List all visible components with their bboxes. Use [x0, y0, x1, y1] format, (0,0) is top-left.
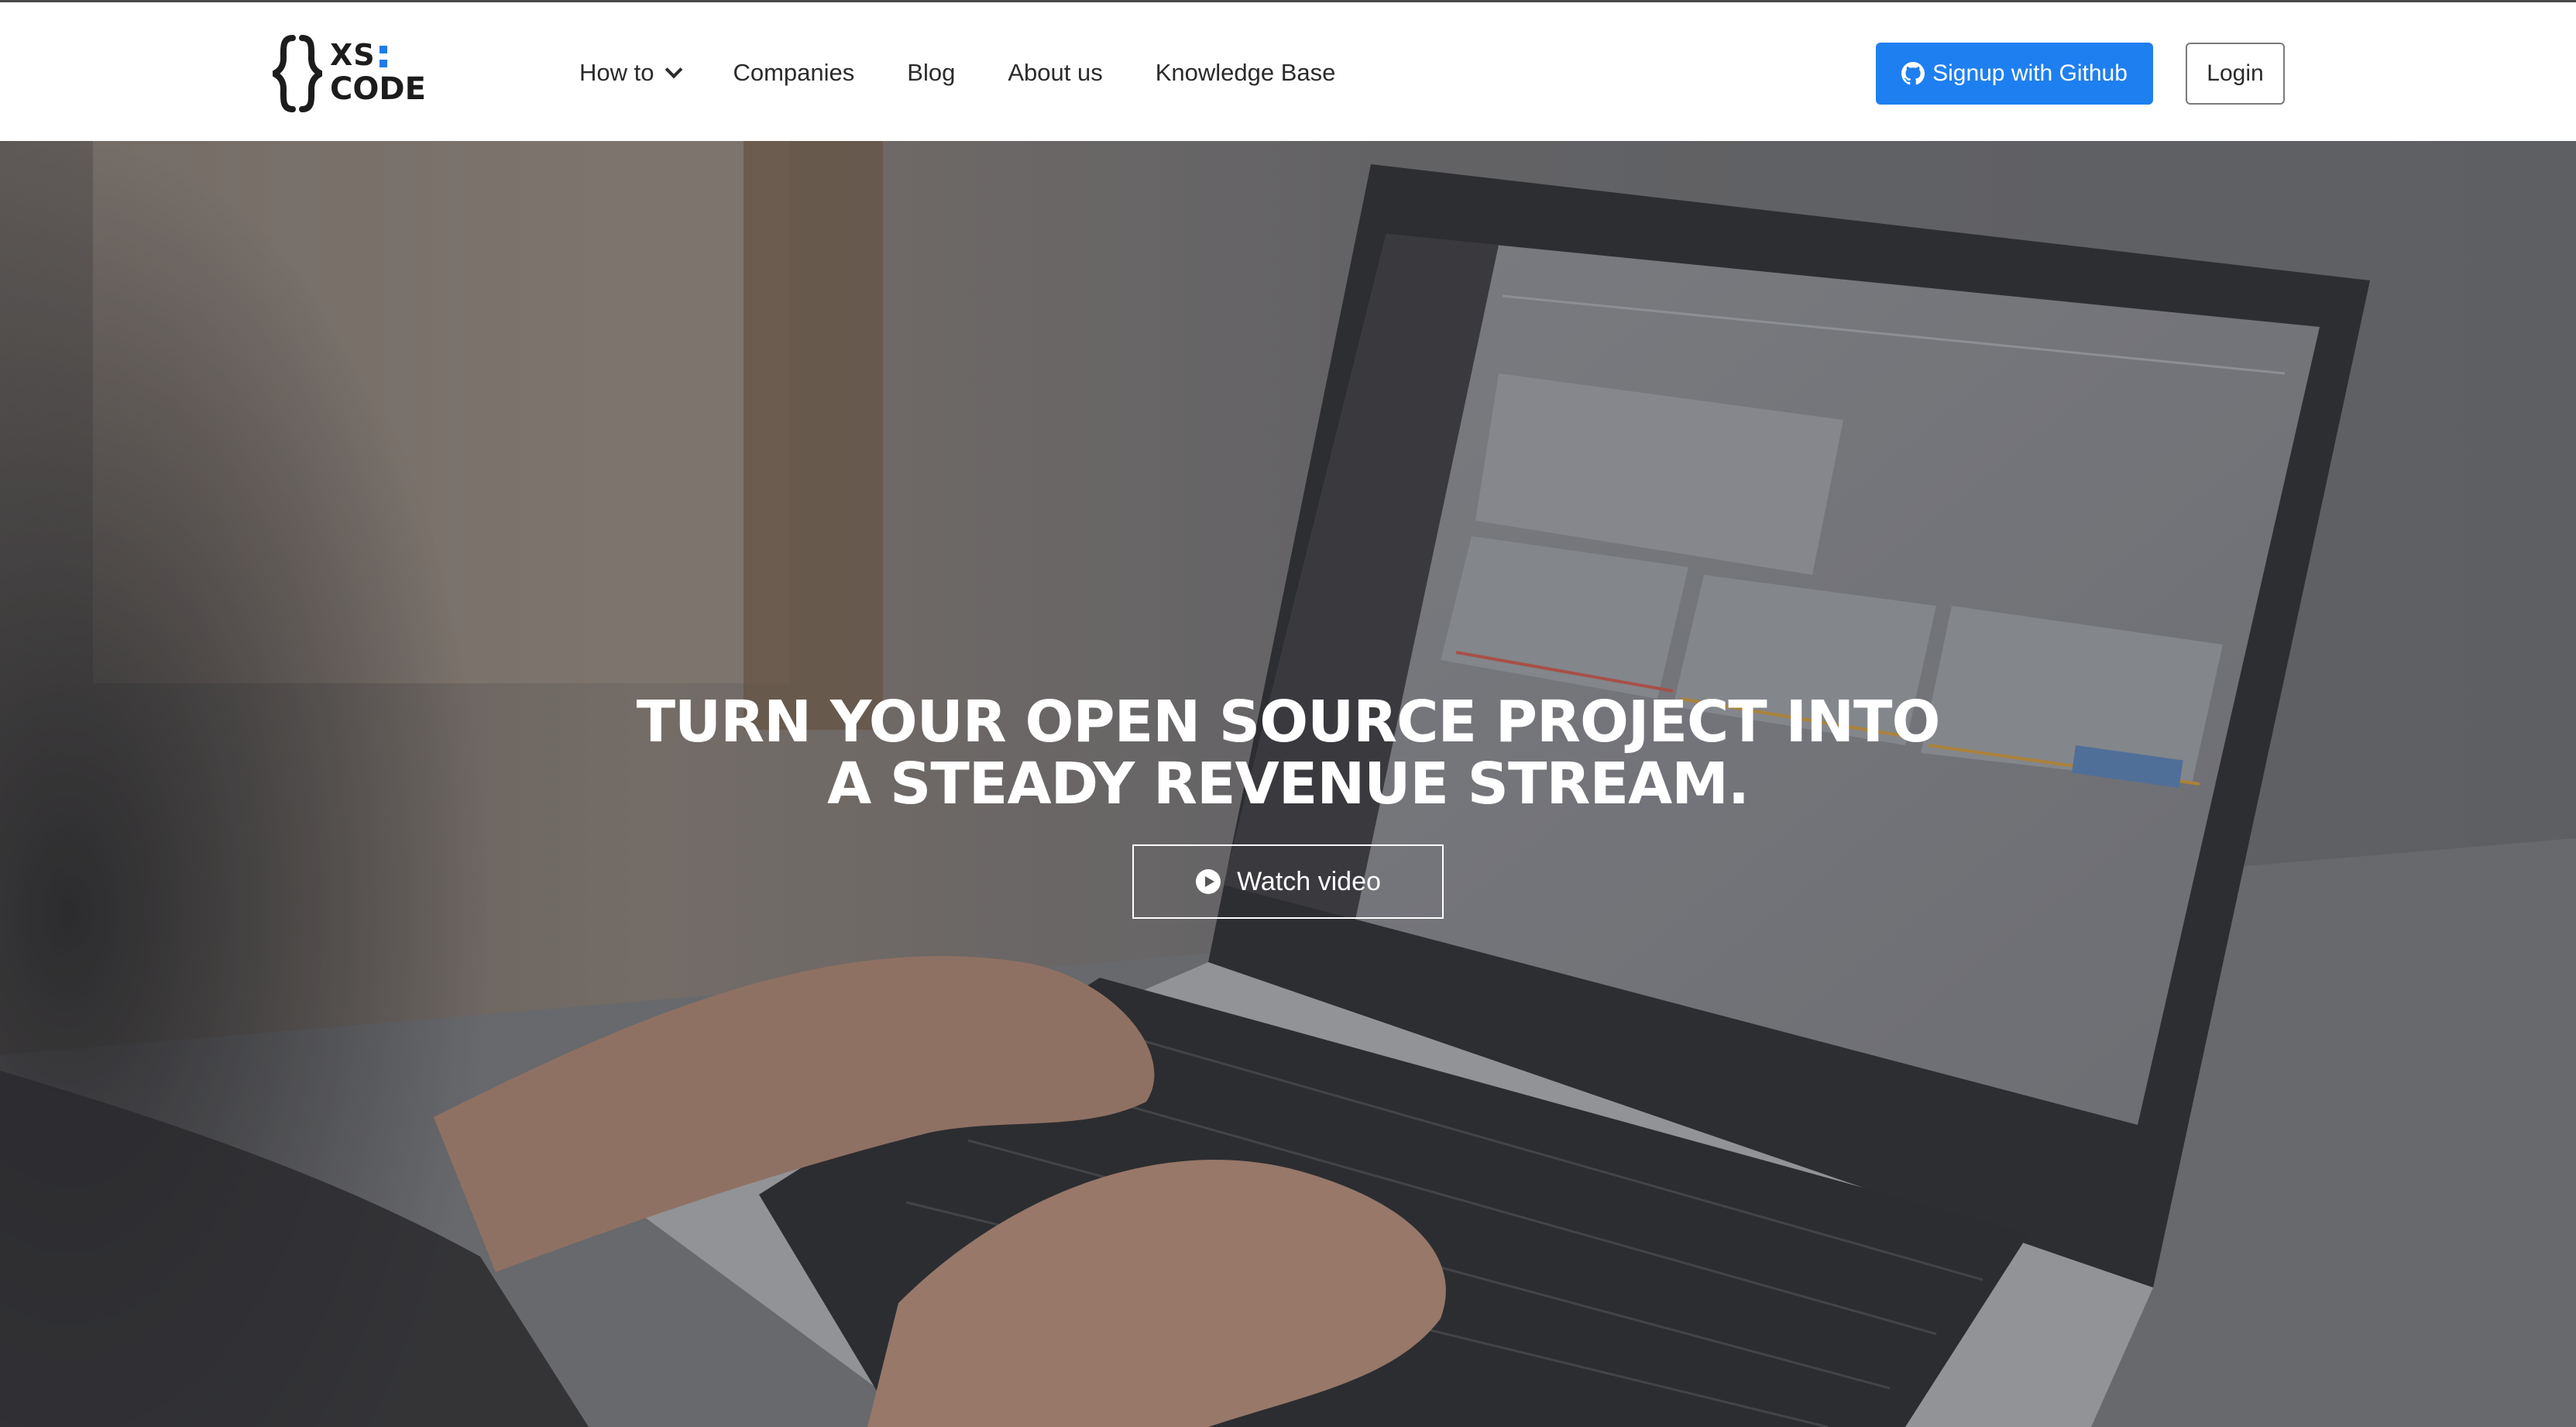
hero-headline-line-2: A STEADY REVENUE STREAM.: [826, 750, 1750, 817]
logo-text-xs: XS: [330, 38, 376, 72]
play-circle-icon: [1196, 869, 1221, 894]
nav-item-companies[interactable]: Companies: [733, 59, 854, 87]
logo-brace-icon: [273, 35, 322, 112]
logo-colon-mark: [380, 43, 389, 69]
xscode-logo[interactable]: XS CODE: [273, 35, 435, 112]
login-button[interactable]: Login: [2186, 43, 2285, 105]
login-button-label: Login: [2207, 60, 2264, 86]
watch-video-label: Watch video: [1237, 866, 1381, 896]
hero-headline-line-1: TURN YOUR OPEN SOURCE PROJECT INTO: [636, 688, 1941, 755]
nav-item-about-us[interactable]: About us: [1008, 59, 1102, 87]
chevron-down-icon: [665, 60, 683, 79]
page: XS CODE How to Companies Blog About us K…: [0, 0, 2576, 1427]
github-icon: [1901, 62, 1925, 85]
nav-item-blog[interactable]: Blog: [907, 59, 955, 87]
hero-headline: TURN YOUR OPEN SOURCE PROJECT INTO A STE…: [513, 691, 2063, 815]
signup-with-github-button[interactable]: Signup with Github: [1876, 43, 2153, 105]
nav-item-how-to[interactable]: How to: [579, 59, 683, 87]
main-nav: How to Companies Blog About us Knowledge…: [579, 2, 1388, 143]
hero-section: TURN YOUR OPEN SOURCE PROJECT INTO A STE…: [0, 141, 2576, 1427]
nav-item-knowledge-base[interactable]: Knowledge Base: [1156, 59, 1336, 87]
nav-item-label: About us: [1008, 59, 1103, 86]
top-navbar: XS CODE How to Companies Blog About us K…: [0, 0, 2576, 141]
nav-item-label: Blog: [907, 59, 956, 86]
logo-text-code: CODE: [330, 71, 426, 107]
nav-item-label: Knowledge Base: [1155, 59, 1336, 86]
nav-item-label: How to: [579, 59, 654, 86]
watch-video-button[interactable]: Watch video: [1132, 844, 1444, 919]
signup-button-label: Signup with Github: [1932, 60, 2128, 86]
nav-item-label: Companies: [733, 59, 855, 86]
